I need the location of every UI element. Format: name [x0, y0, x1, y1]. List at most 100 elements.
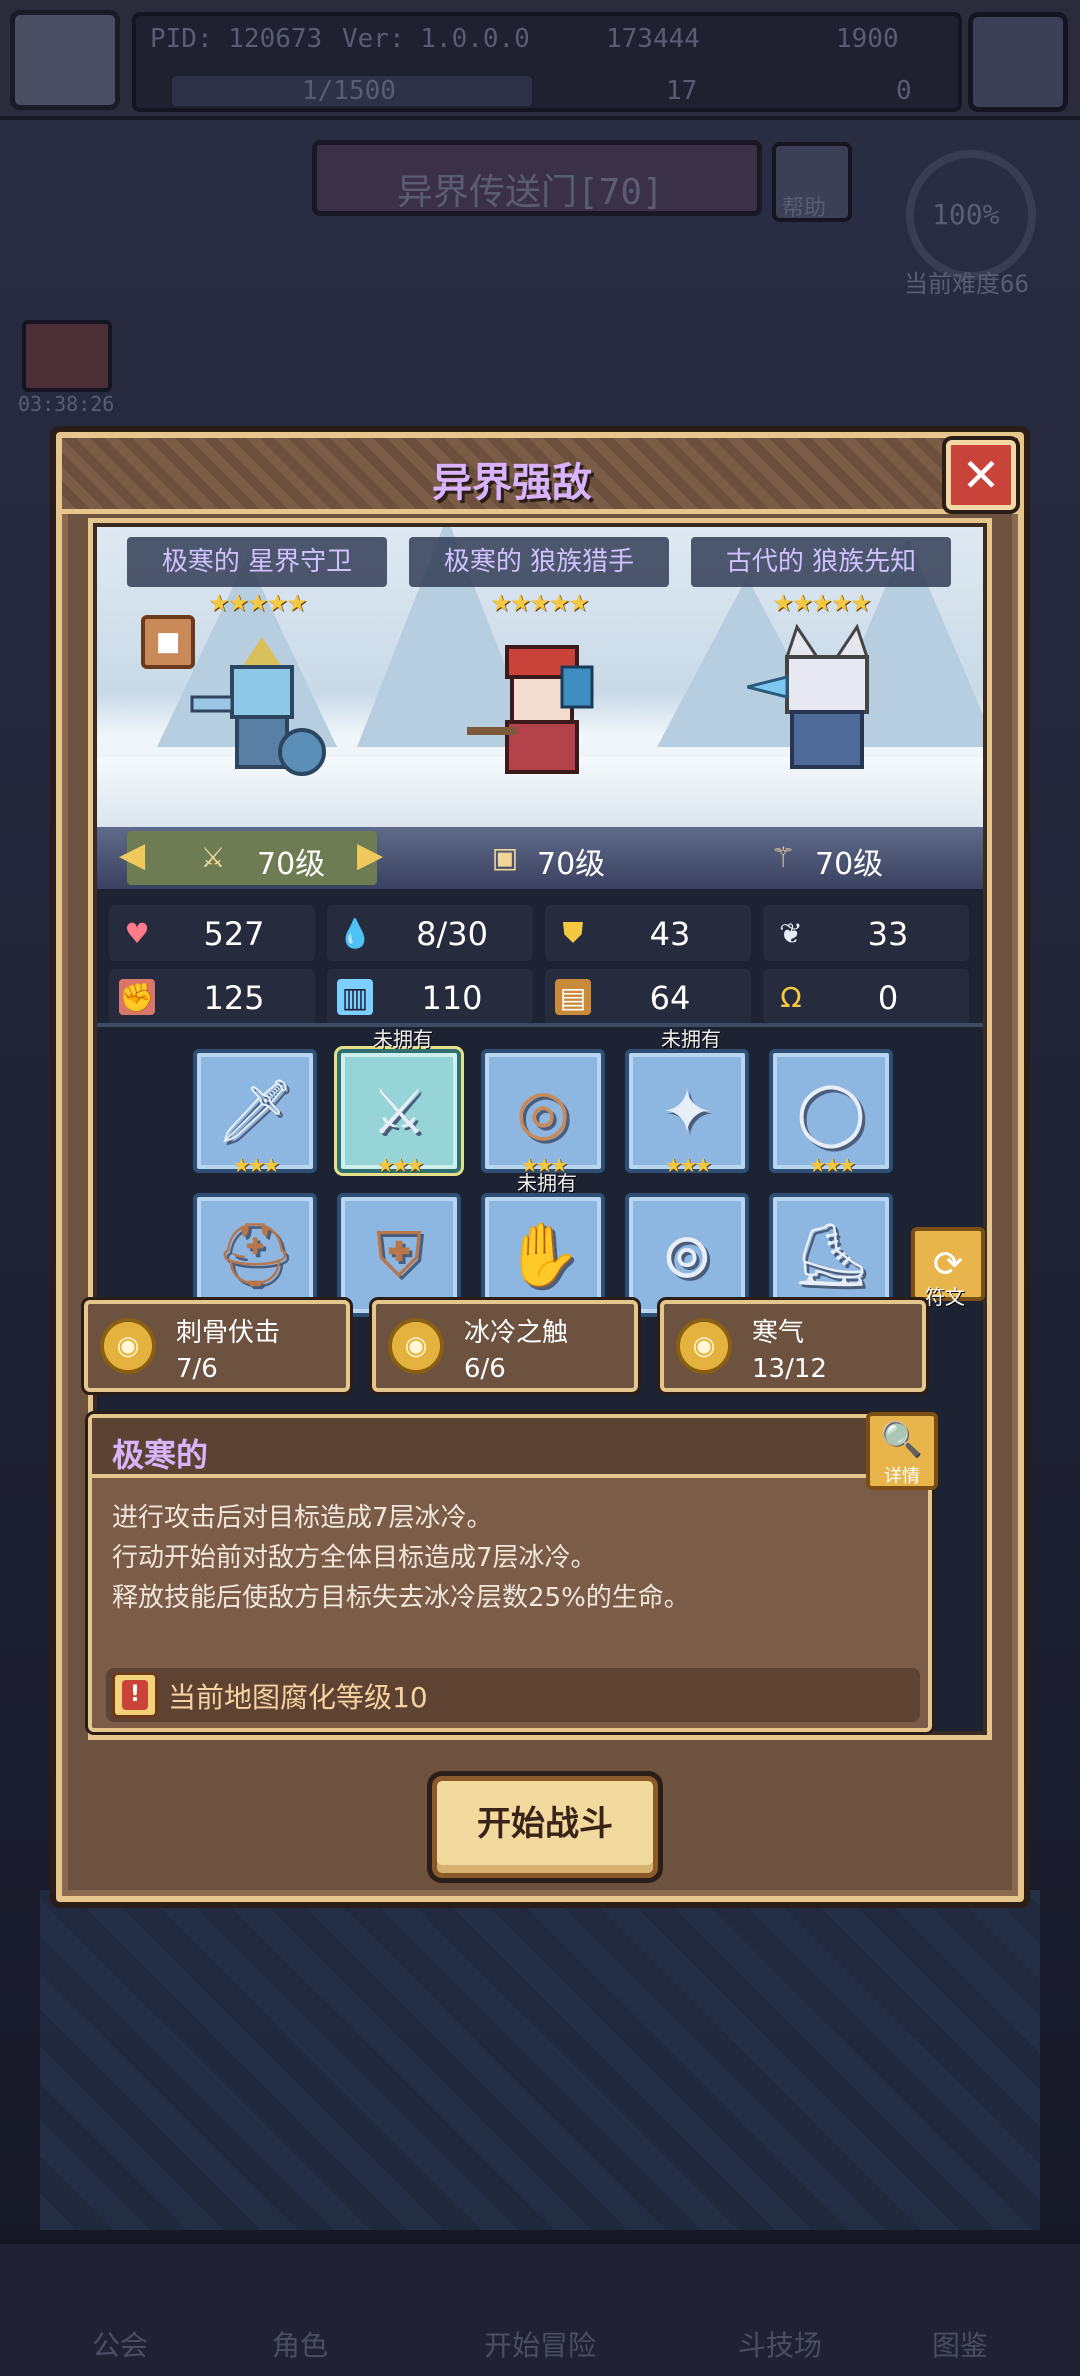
section-divider	[97, 1023, 983, 1027]
event-timer: 03:38:26	[18, 392, 115, 416]
nav-codex[interactable]: 图鉴	[880, 2324, 1040, 2364]
equip-dagger[interactable]: 未拥有 ⚔ ★★★	[337, 1027, 461, 1177]
stat-value: 110	[421, 979, 483, 1017]
enemy-level-3: 70级	[815, 847, 884, 882]
equip-stars: ★★★	[376, 1153, 425, 1177]
gold-amount: 173444	[606, 24, 700, 54]
book-icon: ▥	[337, 979, 373, 1015]
necklace-icon: ◎	[515, 1074, 571, 1148]
boots-icon: ⛸	[791, 1218, 871, 1291]
trait-effect-line: 行动开始前对敌方全体目标造成7层冰冷。	[112, 1543, 597, 1573]
key-amount: 0	[896, 76, 912, 106]
equip-gloves[interactable]: 未拥有 ✋ ★★★	[481, 1171, 605, 1321]
skill-card-1[interactable]: ◉ 刺骨伏击 7/6	[84, 1300, 350, 1392]
skill-name: 寒气	[752, 1318, 805, 1348]
armor-icon: ⛨	[375, 1218, 423, 1291]
player-stat-panel: PID: 120673 Ver: 1.0.0.0 173444 1900 1/1…	[132, 12, 962, 112]
ring-icon: ◯	[796, 1074, 866, 1148]
wolf-prophet-sprite[interactable]	[747, 617, 897, 797]
rune-label: 符文	[925, 1285, 965, 1309]
equip-helmet[interactable]: ⛑ ★★★	[193, 1193, 317, 1321]
exp-text: 1/1500	[302, 76, 396, 106]
wolf-hunter-sprite[interactable]	[467, 627, 607, 797]
trait-effects: 进行攻击后对目标造成7层冰冷。 行动开始前对敌方全体目标造成7层冰冷。 释放技能…	[112, 1498, 912, 1618]
rune-swap-icon: ⟳	[932, 1243, 964, 1285]
dialog-title: 异界强敌	[432, 460, 592, 506]
enemy-scene: 极寒的 星界守卫 ★★★★★ 极寒的 狼族猎手 ★★★★★ 古代的 狼族先知 ★…	[97, 527, 983, 827]
skill-coin-icon: ◉	[388, 1318, 444, 1374]
nav-character[interactable]: 角色	[220, 2324, 380, 2364]
skill-count: 13/12	[752, 1354, 827, 1384]
enemy-level-bar: ◀ ⚔ 70级 ▶ ▣ 70级 ⚚ 70级	[97, 827, 983, 889]
enemy-level-1: 70级	[257, 847, 326, 882]
skill-coin-icon: ◉	[100, 1318, 156, 1374]
enemy-stars-3: ★★★★★	[772, 589, 872, 617]
exp-bar: 1/1500	[172, 76, 532, 106]
horseshoe-icon: Ω	[780, 980, 802, 1014]
nav-guild[interactable]: 公会	[40, 2324, 200, 2364]
star-guardian-sprite[interactable]	[187, 627, 337, 797]
heart-icon: ♥	[124, 916, 150, 950]
nav-start-adventure[interactable]: 开始冒险	[460, 2324, 620, 2364]
dialog-header: 异界强敌	[62, 438, 1018, 514]
unowned-tag: 未拥有	[373, 1027, 433, 1051]
magic-armor-icon: ▤	[555, 979, 591, 1015]
sword-icon: 🗡	[215, 1074, 295, 1147]
player-id: PID: 120673	[150, 24, 323, 54]
fist-icon: ✊	[119, 979, 155, 1015]
equip-armor[interactable]: ⛨ ★★★	[337, 1193, 461, 1321]
trait-effect-line: 进行攻击后对目标造成7层冰冷。	[112, 1503, 493, 1533]
skill-coin-icon: ◉	[676, 1318, 732, 1374]
shield-icon: ⛊	[562, 916, 584, 949]
skill-name: 冰冷之触	[464, 1318, 569, 1348]
belt-icon: ⊚	[661, 1218, 713, 1292]
player-avatar[interactable]	[10, 10, 120, 110]
stat-magic: ▥ 110	[327, 969, 533, 1025]
close-button[interactable]: ✕	[946, 440, 1016, 510]
arrow-left-icon[interactable]: ◀	[119, 835, 145, 875]
skill-card-3[interactable]: ◉ 寒气 13/12	[660, 1300, 926, 1392]
close-icon: ✕	[961, 448, 1001, 502]
enemy-name-2: 极寒的 狼族猎手	[409, 537, 669, 587]
equip-boots[interactable]: ⛸ ★★★	[769, 1193, 893, 1321]
glove-icon: ✋	[504, 1218, 582, 1291]
settings-button[interactable]	[968, 12, 1068, 112]
equip-stars: ★★★	[808, 1153, 857, 1177]
help-label: 帮助	[782, 196, 827, 221]
equip-ring[interactable]: ◯ ★★★	[769, 1049, 893, 1177]
trait-title: 极寒的	[112, 1436, 209, 1474]
start-battle-button[interactable]: 开始战斗	[432, 1776, 658, 1878]
help-button[interactable]: 帮助	[772, 142, 852, 222]
game-version: Ver: 1.0.0.0	[342, 24, 530, 54]
wing-icon: ❦	[779, 916, 803, 950]
portal-title: 异界传送门[70]	[397, 172, 664, 213]
difficulty-percent: 100%	[932, 198, 1000, 231]
equip-necklace[interactable]: ◎ ★★★	[481, 1049, 605, 1177]
stat-value: 0	[877, 979, 899, 1017]
skill-count: 7/6	[176, 1354, 218, 1384]
equip-sword[interactable]: 🗡 ★★★	[193, 1049, 317, 1177]
stat-value: 527	[203, 915, 265, 953]
selected-enemy-highlight	[127, 831, 377, 885]
detail-button[interactable]: 🔍 详情	[866, 1412, 938, 1490]
ice-floor-decoration	[40, 1890, 1040, 2230]
difficulty-ring[interactable]: 100%	[906, 150, 1036, 280]
ticket-amount: 17	[666, 76, 698, 106]
stat-value: 33	[867, 915, 909, 953]
arrow-right-icon[interactable]: ▶	[357, 835, 383, 875]
stat-magic-defense: ▤ 64	[545, 969, 751, 1025]
equip-belt[interactable]: ⊚ ★★★	[625, 1193, 749, 1321]
stat-value: 125	[203, 979, 265, 1017]
sword-icon: ⚔	[200, 840, 226, 874]
stat-hp: ♥ 527	[109, 905, 315, 961]
gem-amount: 1900	[836, 24, 899, 54]
nav-arena[interactable]: 斗技场	[700, 2324, 860, 2364]
difficulty-label: 当前难度66	[904, 270, 1029, 298]
stat-luck: Ω 0	[763, 969, 969, 1025]
skill-count: 6/6	[464, 1354, 506, 1384]
staff-icon: ⚚	[770, 840, 796, 874]
equip-stars: ★★★	[232, 1153, 281, 1177]
skill-card-2[interactable]: ◉ 冰冷之触 6/6	[372, 1300, 638, 1392]
equip-crystal[interactable]: 未拥有 ✦ ★★★	[625, 1027, 749, 1177]
event-chest-icon[interactable]	[22, 320, 112, 392]
